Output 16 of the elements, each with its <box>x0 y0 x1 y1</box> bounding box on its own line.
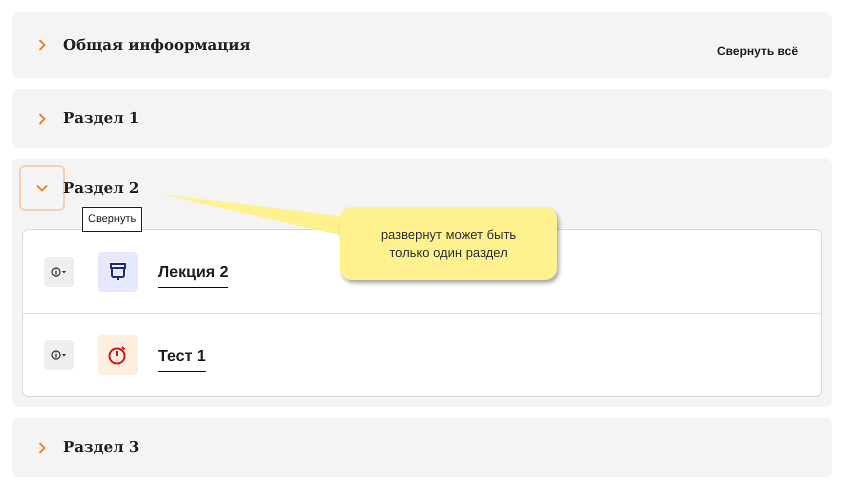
callout-note: развернут может быть только один раздел <box>340 207 557 280</box>
stopwatch-icon <box>98 335 138 375</box>
info-caret-icon <box>51 350 67 360</box>
section-title[interactable]: Раздел 1 <box>63 107 140 130</box>
activity-link[interactable]: Лекция 2 <box>158 261 228 288</box>
chevron-button[interactable] <box>19 165 65 211</box>
activity-link[interactable]: Тест 1 <box>158 344 206 372</box>
section-title[interactable]: Раздел 3 <box>63 436 140 459</box>
info-dropdown-button[interactable] <box>44 256 74 286</box>
section-title[interactable]: Общая инфоормация <box>63 34 250 56</box>
info-dropdown-button[interactable] <box>44 340 74 370</box>
tooltip: Свернуть <box>82 207 142 232</box>
lecture-icon <box>98 252 138 292</box>
section-title[interactable]: Раздел 2 <box>63 176 140 200</box>
collapse-all-button[interactable]: Свернуть всё <box>717 42 798 60</box>
info-caret-icon <box>51 266 67 276</box>
